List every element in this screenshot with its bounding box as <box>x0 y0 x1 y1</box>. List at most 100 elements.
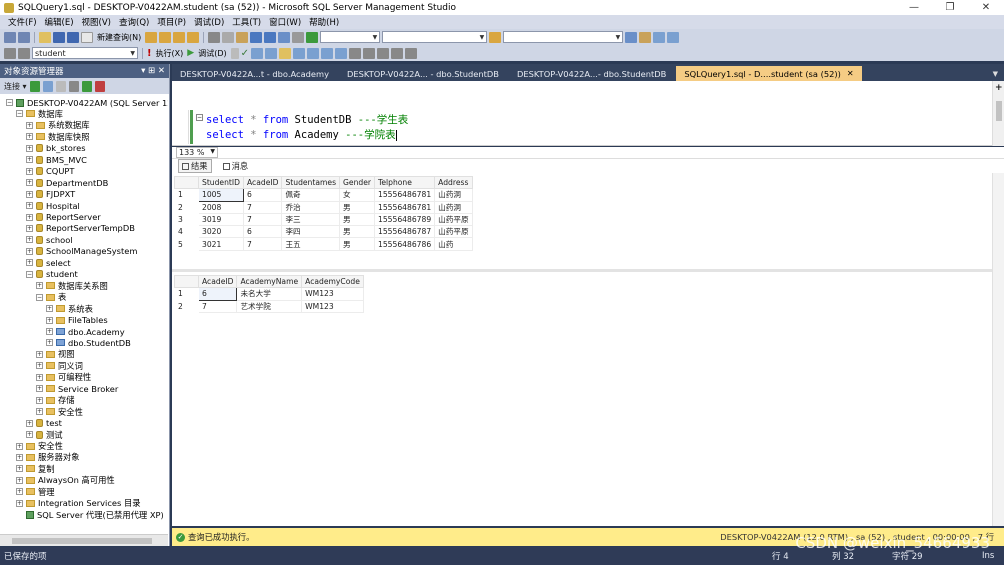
column-header[interactable]: Telphone <box>374 175 436 190</box>
expand-icon[interactable]: + <box>26 236 33 244</box>
expand-icon[interactable]: + <box>36 362 43 370</box>
refresh-icon[interactable] <box>81 80 92 92</box>
maximize-button[interactable]: ❐ <box>932 0 968 15</box>
grid-cell[interactable]: 7 <box>197 299 238 313</box>
outline-collapse-icon[interactable]: − <box>196 114 203 121</box>
grid-cell[interactable]: 6 <box>242 188 283 202</box>
column-header[interactable]: Address <box>434 175 473 190</box>
tree-node[interactable]: + school <box>26 234 73 245</box>
table-row[interactable]: 3 3019 7 李三 男 15556486789 山药平原 <box>174 212 473 227</box>
connect-button[interactable]: 连接 ▾ <box>4 81 27 92</box>
tree-node[interactable]: + 管理 <box>16 486 55 497</box>
tree-node[interactable]: + 服务器对象 <box>16 452 80 463</box>
grid-cell[interactable]: 15556486781 <box>374 188 436 202</box>
grid-cell[interactable]: 乔治 <box>281 200 341 214</box>
panel-pin-controls[interactable]: ▾ ⊞ ✕ <box>141 66 169 76</box>
expand-icon[interactable]: + <box>26 190 33 198</box>
collapse-icon[interactable]: − <box>36 293 43 301</box>
undo-icon[interactable] <box>250 31 263 43</box>
parse-icon[interactable]: ✓ <box>241 48 249 59</box>
grid-cell[interactable]: 艺术学院 <box>236 299 303 313</box>
menu-debug[interactable]: 调试(D) <box>190 16 228 28</box>
grid-cell[interactable]: 未名大学 <box>236 287 303 301</box>
grid-cell[interactable]: 山药洞 <box>434 188 473 202</box>
tree-node[interactable]: SQL Server 代理(已禁用代理 XP) <box>16 509 164 520</box>
results-vertical-scrollbar[interactable] <box>992 173 1004 526</box>
code-line-1[interactable]: select * from StudentDB ---学生表 <box>206 112 408 127</box>
filter-icon[interactable] <box>68 80 79 92</box>
tree-node[interactable]: + 测试 <box>26 429 63 440</box>
column-header[interactable]: StudentID <box>198 175 244 190</box>
tree-node[interactable]: + CQUPT <box>26 166 74 177</box>
template-icon[interactable] <box>653 31 666 43</box>
mdx-query-icon[interactable] <box>173 31 186 43</box>
menu-view[interactable]: 视图(V) <box>78 16 115 28</box>
results-grid-academy[interactable]: AcadeID AcademyName AcademyCode 1 6 未名大学… <box>174 274 364 313</box>
expand-icon[interactable]: + <box>16 488 23 496</box>
tab-studentdb-design[interactable]: DESKTOP-V0422A... - dbo.StudentDB <box>339 66 507 81</box>
save-all-icon[interactable] <box>67 31 79 43</box>
tree-node[interactable]: + DepartmentDB <box>26 177 108 188</box>
tree-node[interactable]: + bk_stores <box>26 143 86 154</box>
close-icon[interactable]: ✕ <box>847 69 854 78</box>
code-line-2[interactable]: select * from Academy ---学院表 <box>206 127 397 142</box>
grid-cell[interactable]: 7 <box>242 212 283 227</box>
forward-icon[interactable] <box>18 31 30 43</box>
grid-cell[interactable]: 15556486787 <box>374 225 436 239</box>
uncomment-icon[interactable] <box>363 47 376 59</box>
results-to-grid-icon[interactable] <box>321 47 334 59</box>
results-to-text-icon[interactable] <box>279 47 292 59</box>
tree-node[interactable]: + ReportServerTempDB <box>26 223 135 234</box>
grid-cell[interactable]: 王五 <box>281 237 341 251</box>
tab-sqlquery1[interactable]: SQLQuery1.sql - D....student (sa (52)) ✕ <box>676 66 862 81</box>
grid-cell[interactable]: 6 <box>242 225 283 239</box>
results-splitter[interactable] <box>172 269 1004 272</box>
expand-icon[interactable]: + <box>36 373 43 381</box>
save-icon[interactable] <box>53 31 65 43</box>
redo-icon[interactable] <box>264 31 277 43</box>
expand-icon[interactable]: + <box>26 259 33 267</box>
tree-node[interactable]: + dbo.Academy <box>46 326 125 337</box>
tree-node[interactable]: + select <box>26 257 71 268</box>
expand-icon[interactable]: + <box>46 316 53 324</box>
expand-icon[interactable]: + <box>26 419 33 427</box>
cut-icon[interactable] <box>208 31 221 43</box>
db-query-icon[interactable] <box>145 31 158 43</box>
scrollbar-thumb[interactable] <box>996 101 1002 121</box>
tree-node[interactable]: + 复制 <box>16 463 55 474</box>
object-explorer-icon[interactable] <box>639 31 652 43</box>
connect-server-icon[interactable] <box>29 80 40 92</box>
grid-cell[interactable]: 佩奇 <box>281 188 341 202</box>
tab-results[interactable]: 结果 <box>178 159 212 173</box>
results-grid-studentdb[interactable]: StudentID AcadeID Studentames Gender Tel… <box>174 175 473 251</box>
expand-icon[interactable]: + <box>26 133 33 141</box>
grid-cell[interactable]: 15556486789 <box>374 212 436 227</box>
expand-icon[interactable]: + <box>36 350 43 358</box>
grid-cell[interactable]: 山药 <box>434 237 473 251</box>
increase-indent-icon[interactable] <box>391 47 404 59</box>
grid-cell[interactable]: 2008 <box>198 200 244 214</box>
table-row[interactable]: 5 3021 7 王五 男 15556486786 山药 <box>174 237 473 251</box>
menu-project[interactable]: 项目(P) <box>153 16 190 28</box>
expand-icon[interactable]: + <box>36 282 43 290</box>
tree-node[interactable]: + 安全性 <box>16 441 63 452</box>
column-header[interactable]: AcademyName <box>236 274 303 289</box>
expand-icon[interactable]: + <box>26 247 33 255</box>
database-select[interactable]: student ▼ <box>32 47 138 59</box>
table-row[interactable]: 4 3020 6 李四 男 15556486787 山药平原 <box>174 225 473 239</box>
find-icon[interactable] <box>489 31 502 43</box>
tree-node[interactable]: + 同义词 <box>36 360 83 371</box>
platform-combo[interactable]: ▼ <box>382 31 488 43</box>
column-header[interactable]: Studentames <box>281 175 341 190</box>
row-number[interactable]: 2 <box>174 200 199 214</box>
expand-icon[interactable]: + <box>16 499 23 507</box>
change-connection-icon[interactable] <box>18 47 30 59</box>
copy-icon[interactable] <box>222 31 235 43</box>
tab-overflow-icon[interactable]: ▼ <box>993 70 1004 81</box>
display-plan-icon[interactable] <box>251 47 264 59</box>
expand-icon[interactable]: + <box>36 396 43 404</box>
row-number[interactable]: 1 <box>174 287 199 301</box>
comment-icon[interactable] <box>349 47 362 59</box>
column-header[interactable]: AcademyCode <box>301 274 364 289</box>
grid-cell[interactable]: 7 <box>242 200 283 214</box>
